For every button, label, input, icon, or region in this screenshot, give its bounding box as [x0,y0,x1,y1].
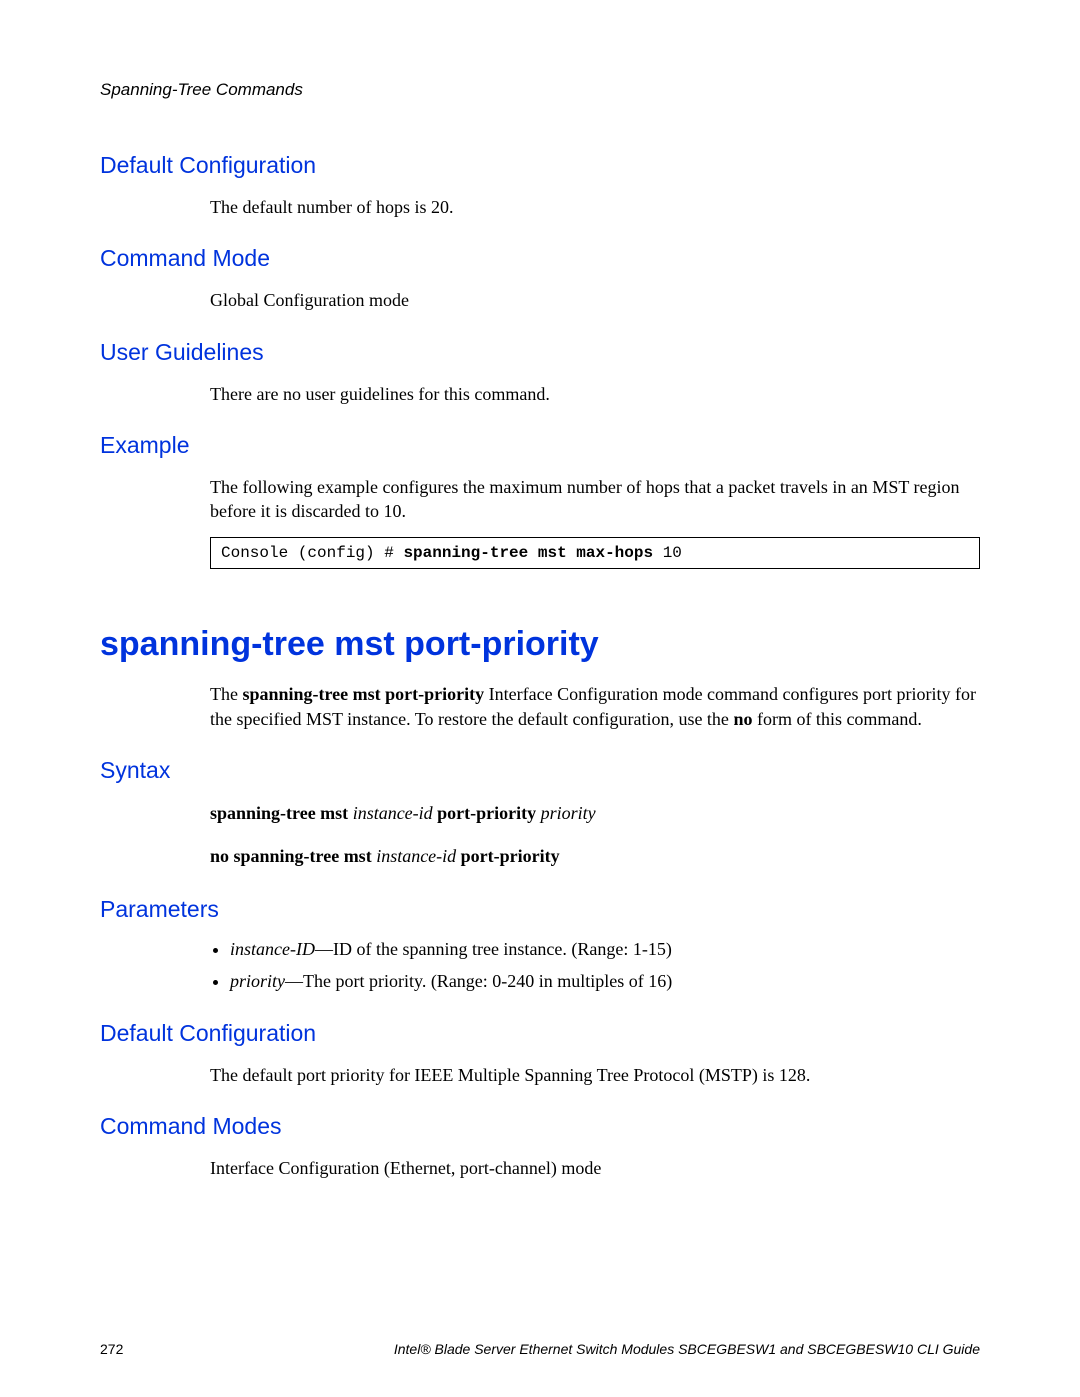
intro-bold-no: no [733,709,752,729]
syntax2-b: instance-id [376,846,460,866]
param1-desc: —ID of the spanning tree instance. (Rang… [315,939,672,959]
intro-post: form of this command. [752,709,921,729]
page-header: Spanning-Tree Commands [100,80,980,100]
text-command-mode: Global Configuration mode [210,288,980,312]
syntax2-a: no spanning-tree mst [210,846,376,866]
footer-page-number: 272 [100,1341,123,1357]
heading-parameters: Parameters [100,896,980,923]
footer-title: Intel® Blade Server Ethernet Switch Modu… [394,1341,980,1357]
heading-default-configuration: Default Configuration [100,152,980,179]
page: Spanning-Tree Commands Default Configura… [0,0,1080,1397]
param2-term: priority [230,971,285,991]
heading-example: Example [100,432,980,459]
text-default-configuration: The default number of hops is 20. [210,195,980,219]
parameters-list: instance-ID—ID of the spanning tree inst… [230,937,980,994]
intro-bold-cmd: spanning-tree mst port-priority [242,684,484,704]
heading-syntax: Syntax [100,757,980,784]
parameter-item: priority—The port priority. (Range: 0-24… [230,969,980,993]
text-example: The following example configures the max… [210,475,980,524]
syntax-line-2: no spanning-tree mst instance-id port-pr… [210,843,980,870]
syntax1-a: spanning-tree mst [210,803,353,823]
text-default-configuration-2: The default port priority for IEEE Multi… [210,1063,980,1087]
page-footer: 272 Intel® Blade Server Ethernet Switch … [100,1341,980,1357]
heading-user-guidelines: User Guidelines [100,339,980,366]
heading-command-mode: Command Mode [100,245,980,272]
code-example-box: Console (config) # spanning-tree mst max… [210,537,980,569]
param1-term: instance-ID [230,939,315,959]
syntax1-d: priority [541,803,596,823]
heading-default-configuration-2: Default Configuration [100,1020,980,1047]
syntax1-b: instance-id [353,803,437,823]
heading-command-modes: Command Modes [100,1113,980,1140]
syntax-line-1: spanning-tree mst instance-id port-prior… [210,800,980,827]
param2-desc: —The port priority. (Range: 0-240 in mul… [285,971,672,991]
syntax2-c: port-priority [461,846,560,866]
code-command: spanning-tree mst max-hops [403,544,662,562]
intro-pre: The [210,684,242,704]
command-intro: The spanning-tree mst port-priority Inte… [210,682,980,731]
code-argument: 10 [663,544,682,562]
text-user-guidelines: There are no user guidelines for this co… [210,382,980,406]
syntax1-c: port-priority [437,803,540,823]
parameter-item: instance-ID—ID of the spanning tree inst… [230,937,980,961]
command-title: spanning-tree mst port-priority [100,625,980,664]
code-prompt: Console (config) # [221,544,403,562]
text-command-modes: Interface Configuration (Ethernet, port-… [210,1156,980,1180]
